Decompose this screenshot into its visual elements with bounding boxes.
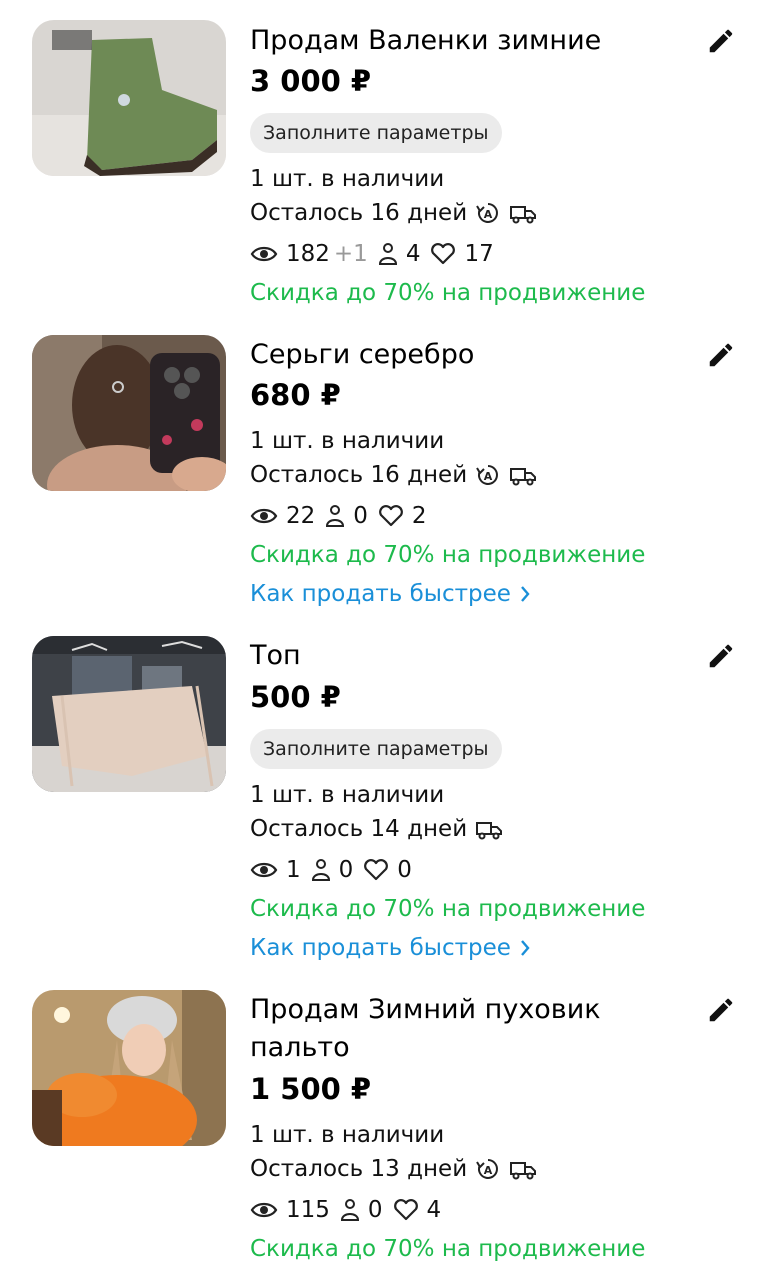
listing-price: 500 ₽ bbox=[250, 680, 341, 714]
chevron-right-icon bbox=[520, 940, 530, 956]
days-left-row: Осталось 16 дней A bbox=[250, 200, 537, 226]
fill-params-chip[interactable]: Заполните параметры bbox=[250, 113, 502, 153]
days-left-text: Осталось 16 дней bbox=[250, 200, 468, 226]
delivery-truck-icon bbox=[510, 468, 537, 486]
listing-title[interactable]: Серьги серебро bbox=[250, 336, 690, 374]
auto-renew-icon: A bbox=[476, 203, 499, 223]
delivery-truck-icon bbox=[510, 1162, 537, 1180]
listing-photo[interactable] bbox=[32, 636, 226, 792]
favorites-count: 17 bbox=[464, 241, 494, 267]
chevron-right-icon bbox=[520, 586, 530, 602]
eye-icon bbox=[250, 1202, 278, 1218]
days-left-row: Осталось 13 дней A bbox=[250, 1156, 537, 1182]
person-icon bbox=[340, 1199, 359, 1221]
edit-icon[interactable] bbox=[706, 995, 736, 1025]
edit-icon[interactable] bbox=[706, 26, 736, 56]
promo-link[interactable]: Скидка до 70% на продвижение bbox=[250, 896, 645, 922]
days-left-row: Осталось 16 дней A bbox=[250, 462, 537, 488]
stats-row: 115 0 4 bbox=[250, 1197, 451, 1223]
contacts-count: 0 bbox=[353, 503, 368, 529]
fill-params-chip[interactable]: Заполните параметры bbox=[250, 729, 502, 769]
edit-icon[interactable] bbox=[706, 641, 736, 671]
listing-title[interactable]: Продам Валенки зимние bbox=[250, 22, 690, 60]
person-icon bbox=[311, 859, 330, 881]
days-left-text: Осталось 13 дней bbox=[250, 1156, 468, 1182]
listing-photo[interactable] bbox=[32, 335, 226, 491]
favorites-count: 4 bbox=[426, 1197, 442, 1223]
heart-icon bbox=[393, 1199, 418, 1221]
views-count: 1 bbox=[286, 857, 301, 883]
promo-link[interactable]: Скидка до 70% на продвижение bbox=[250, 542, 645, 568]
svg-text:A: A bbox=[484, 1164, 493, 1177]
contacts-count: 0 bbox=[367, 1197, 383, 1223]
delivery-truck-icon bbox=[510, 206, 537, 224]
heart-icon bbox=[379, 505, 403, 527]
views-count: 115 bbox=[286, 1197, 330, 1223]
auto-renew-icon: A bbox=[476, 465, 499, 485]
favorites-count: 0 bbox=[397, 857, 412, 883]
promo-link[interactable]: Скидка до 70% на продвижение bbox=[250, 280, 645, 306]
listing-price: 1 500 ₽ bbox=[250, 1072, 372, 1106]
delivery-truck-icon bbox=[476, 822, 503, 840]
heart-icon bbox=[364, 859, 389, 881]
how-to-sell-faster-link[interactable]: Как продать быстрее bbox=[250, 581, 531, 607]
edit-icon[interactable] bbox=[706, 340, 736, 370]
stock-text: 1 шт. в наличии bbox=[250, 782, 445, 808]
how-to-sell-faster-label: Как продать быстрее bbox=[250, 935, 511, 961]
how-to-sell-faster-link[interactable]: Как продать быстрее bbox=[250, 935, 531, 961]
stock-text: 1 шт. в наличии bbox=[250, 428, 445, 454]
contacts-count: 0 bbox=[338, 857, 354, 883]
listing-title[interactable]: Продам Зимний пуховик пальто bbox=[250, 991, 690, 1067]
eye-icon bbox=[250, 508, 278, 524]
eye-icon bbox=[250, 246, 278, 262]
views-delta: +1 bbox=[333, 241, 368, 267]
eye-icon bbox=[250, 862, 278, 878]
listing-price: 680 ₽ bbox=[250, 378, 341, 412]
svg-text:A: A bbox=[484, 470, 493, 483]
stats-row: 1 0 0 bbox=[250, 857, 422, 883]
how-to-sell-faster-label: Как продать быстрее bbox=[250, 581, 511, 607]
views-count: 22 bbox=[286, 503, 316, 529]
days-left-text: Осталось 16 дней bbox=[250, 462, 468, 488]
contacts-count: 4 bbox=[405, 241, 421, 267]
stock-text: 1 шт. в наличии bbox=[250, 1122, 445, 1148]
svg-text:A: A bbox=[484, 208, 493, 221]
views-count: 182 bbox=[286, 241, 330, 267]
listing-photo[interactable] bbox=[32, 990, 226, 1146]
stats-row: 22 0 2 bbox=[250, 503, 437, 529]
person-icon bbox=[378, 243, 397, 265]
favorites-count: 2 bbox=[411, 503, 427, 529]
person-icon bbox=[326, 505, 345, 527]
listing-photo[interactable] bbox=[32, 20, 226, 176]
auto-renew-icon: A bbox=[476, 1159, 499, 1179]
days-left-text: Осталось 14 дней bbox=[250, 816, 468, 842]
stock-text: 1 шт. в наличии bbox=[250, 166, 445, 192]
stats-row: 182 +1 4 17 bbox=[250, 241, 504, 267]
days-left-row: Осталось 14 дней bbox=[250, 816, 503, 842]
listing-price: 3 000 ₽ bbox=[250, 64, 372, 98]
listing-title[interactable]: Топ bbox=[250, 637, 690, 675]
promo-link[interactable]: Скидка до 70% на продвижение bbox=[250, 1236, 645, 1262]
heart-icon bbox=[431, 243, 456, 265]
